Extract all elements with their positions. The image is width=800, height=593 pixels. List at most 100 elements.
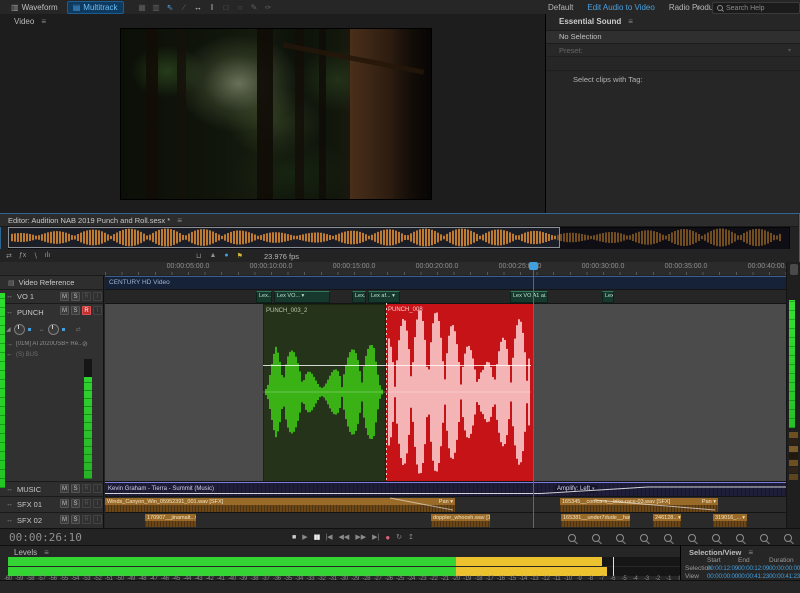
stop-button[interactable]: ■: [292, 531, 296, 544]
music-envelope-badge[interactable]: Amplify: Left ▾: [555, 485, 597, 493]
pan-knob[interactable]: [48, 324, 59, 335]
healing-brush-tool-icon[interactable]: ✑: [264, 3, 273, 12]
track-button-m[interactable]: M: [60, 515, 69, 524]
vo-clip[interactable]: Lex...: [352, 291, 366, 303]
track-button-i[interactable]: I: [93, 499, 102, 508]
vo-clip[interactable]: Lex...: [602, 291, 614, 303]
essential-sound-menu-icon[interactable]: ≡: [628, 17, 633, 26]
playhead-marker[interactable]: [529, 262, 538, 270]
track-button-r[interactable]: R: [82, 306, 91, 315]
skip-to-end-button[interactable]: ▶|: [372, 531, 379, 544]
flag-marker-icon[interactable]: ⚑: [237, 252, 243, 260]
sfx-clip[interactable]: 165381__under7dude__haw...▾: [561, 514, 630, 527]
time-selection-tool-icon[interactable]: I: [208, 3, 217, 12]
video-grid-icon[interactable]: ▥: [152, 3, 161, 12]
punch-clip-008-recording[interactable]: PUNCH_008: [386, 304, 533, 482]
marker-triangle-icon[interactable]: ▲: [209, 252, 216, 259]
track-button-s[interactable]: S: [71, 306, 80, 315]
music-clip[interactable]: Kevin Graham - Tierra - Summit (Music): [105, 482, 786, 497]
record-button[interactable]: ●: [385, 531, 390, 544]
preset-dropdown[interactable]: Preset: ▾: [546, 44, 800, 57]
punch-clip-003[interactable]: PUNCH_003_2: [263, 304, 386, 482]
move-clips-icon[interactable]: ⇄: [6, 252, 12, 260]
razor-icon[interactable]: ∖: [33, 252, 37, 260]
track-button-r[interactable]: R: [82, 515, 91, 524]
metronome-icon[interactable]: ılı: [45, 252, 50, 259]
editor-menu-icon[interactable]: ≡: [177, 216, 182, 225]
sfx-clip[interactable]: 319016_...▾: [713, 514, 747, 527]
track-button-s[interactable]: S: [71, 484, 80, 493]
search-box[interactable]: Search Help: [712, 2, 800, 14]
punch-output-row[interactable]: ← (S) BUS: [6, 351, 103, 358]
volume-knob[interactable]: [14, 324, 25, 335]
zoom-to-selection-button[interactable]: [664, 534, 672, 542]
sfx-clip[interactable]: doppler_whoosh.wav [1...▾: [431, 514, 490, 527]
vo-clip[interactable]: Lex...: [256, 291, 272, 303]
track-button-r[interactable]: R: [82, 484, 91, 493]
rewind-button[interactable]: ◀◀: [339, 531, 350, 544]
track-button-m[interactable]: M: [60, 292, 69, 301]
levels-menu-icon[interactable]: ≡: [44, 548, 49, 557]
track-button-s[interactable]: S: [71, 292, 80, 301]
move-tool-icon[interactable]: ⇖: [166, 3, 175, 12]
multitrack-view-button[interactable]: ▤ Multitrack: [67, 1, 124, 14]
zoom-in-amplitude-button[interactable]: [616, 534, 624, 542]
razor-tool-icon[interactable]: ∕: [180, 3, 189, 12]
track-button-s[interactable]: S: [71, 515, 80, 524]
scrollbar-thumb[interactable]: [790, 264, 798, 275]
track-button-m[interactable]: M: [60, 484, 69, 493]
zoom-out-amplitude-button[interactable]: [640, 534, 648, 542]
track-button-i[interactable]: I: [93, 515, 102, 524]
zoom-selection-out-point-button[interactable]: [712, 534, 720, 542]
track-button-r[interactable]: R: [82, 292, 91, 301]
zoom-out-full-button[interactable]: [736, 534, 744, 542]
fx-rack-icon[interactable]: ƒx: [19, 252, 26, 259]
pan-envelope-label[interactable]: Pan: [702, 499, 712, 505]
vo-clip[interactable]: Lex af... ▾: [368, 291, 400, 303]
track-button-m[interactable]: M: [60, 306, 69, 315]
track-button-r[interactable]: R: [82, 499, 91, 508]
track-header-punch[interactable]: ↔ PUNCH ◢ ↔ ⇄ → [01M] AT2020USB+ Re... ⊘…: [0, 303, 104, 481]
fast-forward-button[interactable]: ▶▶: [355, 531, 366, 544]
play-button[interactable]: ▶: [302, 531, 307, 544]
punch-input-row[interactable]: → [01M] AT2020USB+ Re... ⊘: [6, 340, 103, 348]
workspace-tab-edit-audio-to-video[interactable]: Edit Audio to Video: [587, 3, 654, 12]
zoom-reset-button[interactable]: [784, 534, 792, 542]
slip-tool-icon[interactable]: ↔: [194, 3, 203, 12]
pencil-tool-icon[interactable]: ✎: [250, 3, 259, 12]
workspace-overflow-chevrons[interactable]: »: [696, 3, 700, 12]
sfx-clip[interactable]: 170907__jinamalt...▾: [145, 514, 196, 527]
track-header-video-reference[interactable]: ▤ Video Reference: [0, 275, 104, 289]
sync-lock-icon[interactable]: ●: [224, 252, 228, 259]
zoom-in-time-button[interactable]: [568, 534, 576, 542]
playhead-line[interactable]: [533, 263, 534, 528]
zoom-out-time-button[interactable]: [592, 534, 600, 542]
track-button-i[interactable]: I: [93, 306, 102, 315]
zoom-selection-in-point-button[interactable]: [688, 534, 696, 542]
sfx-clip-winds[interactable]: Winds_Canyon_Win_05952391_001.wav [SFX] …: [105, 498, 455, 512]
marquee-selection-tool-icon[interactable]: □: [222, 3, 231, 12]
monitor-off-icon[interactable]: ⊘: [82, 340, 88, 348]
sfx-clip[interactable]: 246128...▾: [653, 514, 681, 527]
search-input[interactable]: Search Help: [726, 5, 765, 12]
move-playhead-to-start-button[interactable]: ↥: [408, 531, 414, 544]
timeline-settings-button[interactable]: [760, 534, 768, 542]
sfx-clip-bike-race[interactable]: 165345__conica-s__bike-race-03.wav [SFX]…: [560, 498, 718, 512]
waveform-view-button[interactable]: ▥ Waveform: [6, 2, 63, 13]
track-button-m[interactable]: M: [60, 499, 69, 508]
vo-clip[interactable]: Lex VO A1 ai... ▾: [510, 291, 548, 303]
workspace-tab-default[interactable]: Default: [548, 3, 573, 12]
snap-icon[interactable]: ⊔: [196, 252, 201, 260]
video-panel-menu-icon[interactable]: ≡: [41, 17, 46, 26]
track-button-i[interactable]: I: [93, 484, 102, 493]
vo-clip[interactable]: Lex VO... ▾: [274, 291, 330, 303]
overview-viewport[interactable]: [8, 227, 560, 248]
video-clip[interactable]: CENTURY HD Video: [105, 276, 786, 290]
timeline-ruler[interactable]: 00:00:05:00.000:00:10:00.000:00:15:00.00…: [0, 262, 786, 276]
selection-view-menu-icon[interactable]: ≡: [748, 548, 753, 557]
track-button-s[interactable]: S: [71, 499, 80, 508]
track-button-i[interactable]: I: [93, 292, 102, 301]
pause-button[interactable]: ▮▮: [314, 531, 320, 544]
time-grid-icon[interactable]: ▦: [138, 3, 147, 12]
skip-to-start-button[interactable]: |◀: [325, 531, 332, 544]
